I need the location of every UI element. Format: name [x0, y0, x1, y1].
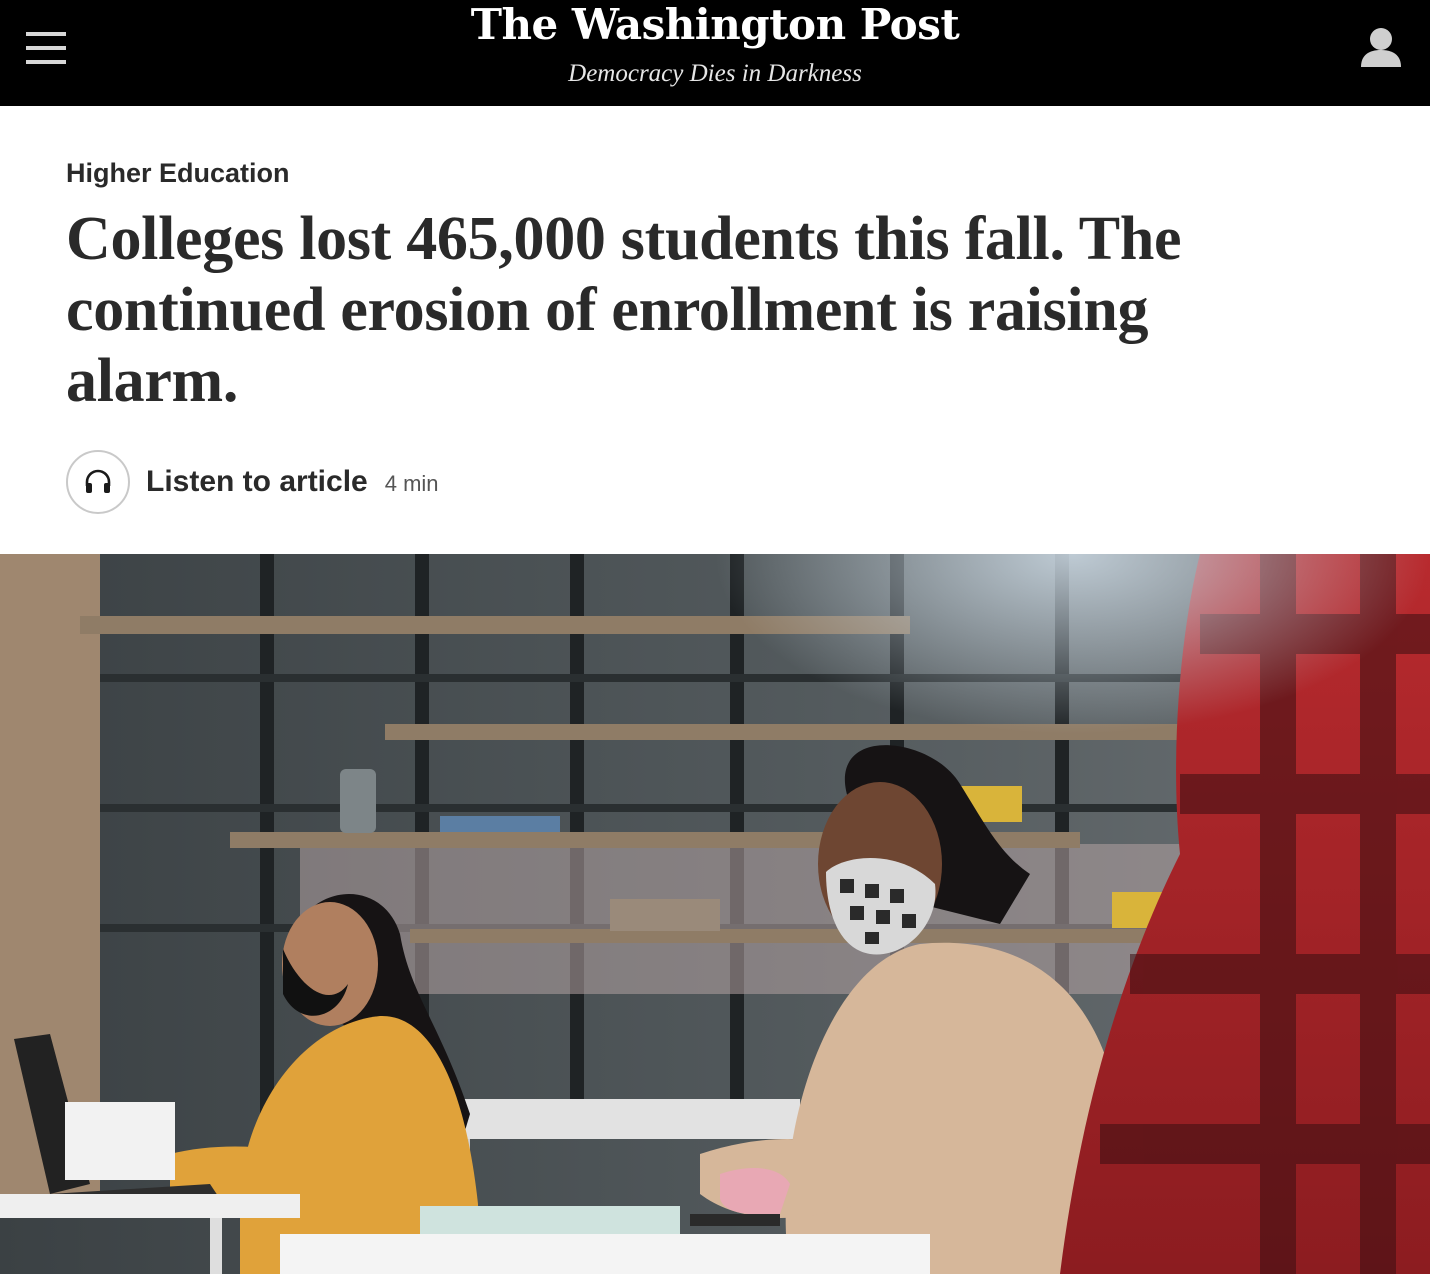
site-tagline: Democracy Dies in Darkness: [568, 60, 862, 87]
section-kicker-link[interactable]: Higher Education: [66, 155, 290, 191]
user-account-icon[interactable]: [1360, 26, 1402, 68]
headphones-icon[interactable]: [66, 450, 130, 514]
listen-to-article-button[interactable]: Listen to article 4 min: [66, 450, 439, 514]
listen-label[interactable]: Listen to article: [146, 465, 368, 499]
site-logo[interactable]: The Washington Post: [0, 0, 1430, 49]
listen-duration: 4 min: [384, 470, 439, 496]
masthead: The Washington Post Democracy Dies in Da…: [0, 0, 1430, 106]
lead-photo: [0, 554, 1430, 1274]
article-headline: Colleges lost 465,000 students this fall…: [66, 205, 1182, 415]
